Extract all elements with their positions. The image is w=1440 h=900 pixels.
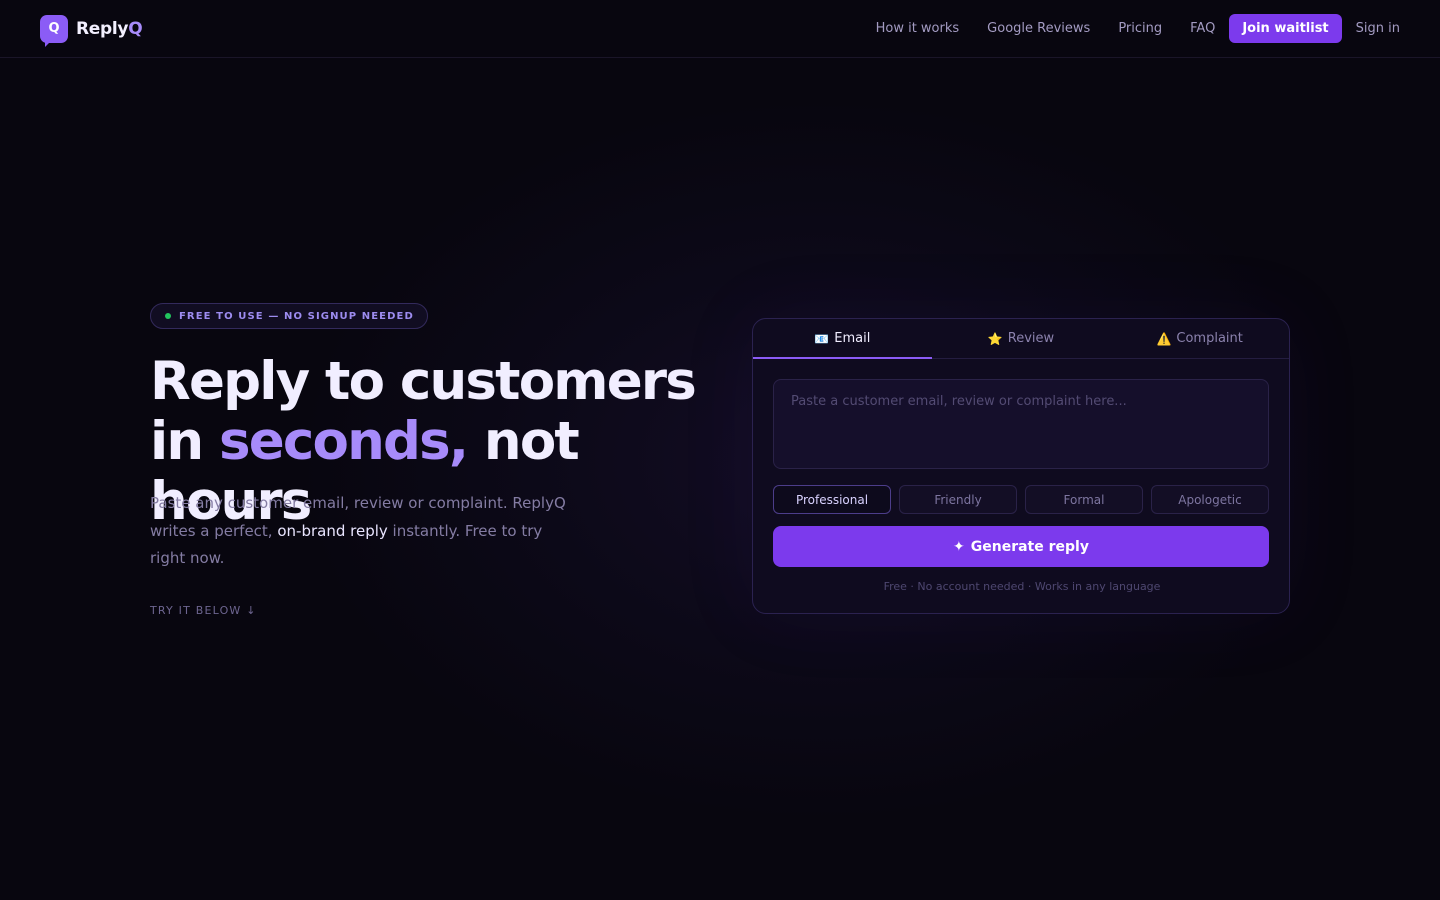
nav-link-pricing[interactable]: Pricing [1118,21,1162,36]
nav-link-how-it-works[interactable]: How it works [876,21,960,36]
composer-footnote: Free · No account needed · Works in any … [883,580,1161,593]
email-icon: 📧 [814,331,830,346]
customer-message-input[interactable] [773,379,1269,469]
tone-formal-button[interactable]: Formal [1025,485,1143,514]
free-badge: FREE TO USE — NO SIGNUP NEEDED [150,303,428,329]
sign-in-link[interactable]: Sign in [1356,21,1400,36]
tab-review[interactable]: ⭐ Review [932,319,1111,358]
brand-name: ReplyQ [76,18,143,39]
composer-tabs: 📧 Email ⭐ Review ⚠️ Complaint [753,319,1289,359]
reply-composer-card: 📧 Email ⭐ Review ⚠️ Complaint Profession… [752,318,1290,614]
tone-apologetic-button[interactable]: Apologetic [1151,485,1269,514]
nav-links: How it works Google Reviews Pricing FAQ … [848,14,1400,43]
tone-professional-button[interactable]: Professional [773,485,891,514]
status-dot-icon [165,313,171,319]
try-it-below-label: TRY IT BELOW ↓ [150,604,257,617]
top-nav: Q ReplyQ How it works Google Reviews Pri… [0,0,1440,58]
tab-complaint[interactable]: ⚠️ Complaint [1110,319,1289,358]
brand-name-part1: Reply [76,18,129,39]
tab-complaint-label: Complaint [1176,331,1243,346]
join-waitlist-button[interactable]: Join waitlist [1229,14,1342,43]
headline-line2-prefix: in [150,411,219,472]
tab-email-label: Email [834,331,871,346]
logo[interactable]: Q ReplyQ [40,14,143,47]
hero-subtitle: Paste any customer email, review or comp… [150,490,580,573]
logo-chat-icon: Q [40,14,68,47]
badge-label: FREE TO USE — NO SIGNUP NEEDED [179,310,414,322]
generate-reply-button[interactable]: ✦ Generate reply [773,526,1269,567]
nav-link-faq[interactable]: FAQ [1190,21,1215,36]
tab-review-label: Review [1007,331,1055,346]
tone-friendly-button[interactable]: Friendly [899,485,1017,514]
warning-icon: ⚠️ [1156,331,1172,346]
nav-link-google-reviews[interactable]: Google Reviews [987,21,1090,36]
sparkle-icon: ✦ [953,538,965,555]
page: Q ReplyQ How it works Google Reviews Pri… [0,0,1440,900]
tab-email[interactable]: 📧 Email [753,319,932,359]
tone-selector: Professional Friendly Formal Apologetic [773,485,1269,514]
headline-highlight: seconds, [218,411,469,472]
generate-reply-label: Generate reply [970,538,1089,555]
headline-line1: Reply to customers [150,351,697,412]
brand-name-part2: Q [128,18,143,39]
subtitle-emphasis: on-brand reply [277,521,388,540]
logo-letter: Q [48,21,60,36]
star-icon: ⭐ [987,331,1003,346]
